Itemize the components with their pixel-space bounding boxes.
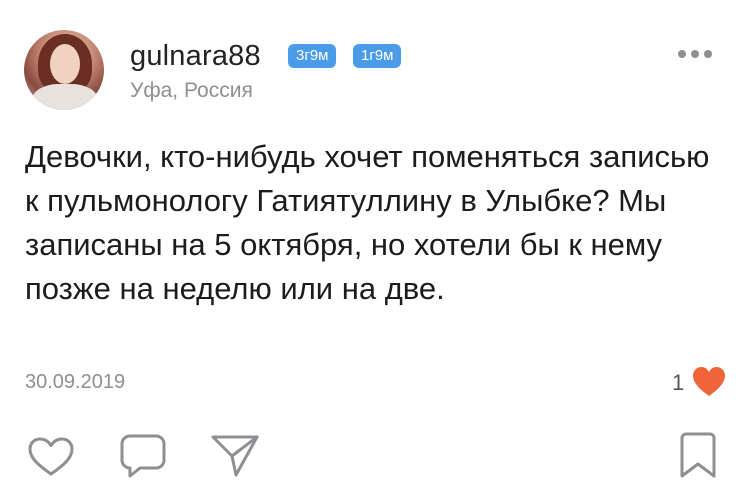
- bookmark-icon[interactable]: [680, 432, 716, 478]
- post-text: Девочки, кто-нибудь хочет поменяться зап…: [25, 139, 710, 306]
- comment-icon[interactable]: [120, 434, 166, 478]
- like-count: 1: [672, 370, 685, 395]
- avatar-face: [50, 44, 80, 84]
- avatar-body: [32, 84, 98, 110]
- username[interactable]: gulnara88: [130, 40, 261, 73]
- user-location: Уфа, Россия: [130, 79, 253, 102]
- heart-outline-icon[interactable]: [28, 437, 74, 477]
- more-dots-icon[interactable]: [678, 48, 718, 60]
- heart-filled-icon[interactable]: [692, 366, 726, 398]
- post-date: 30.09.2019: [25, 371, 126, 393]
- avatar[interactable]: [24, 30, 104, 110]
- share-icon[interactable]: [210, 434, 260, 478]
- badge-child-age-1: 3г9м: [288, 44, 337, 68]
- badge-child-age-2: 1г9м: [353, 44, 402, 68]
